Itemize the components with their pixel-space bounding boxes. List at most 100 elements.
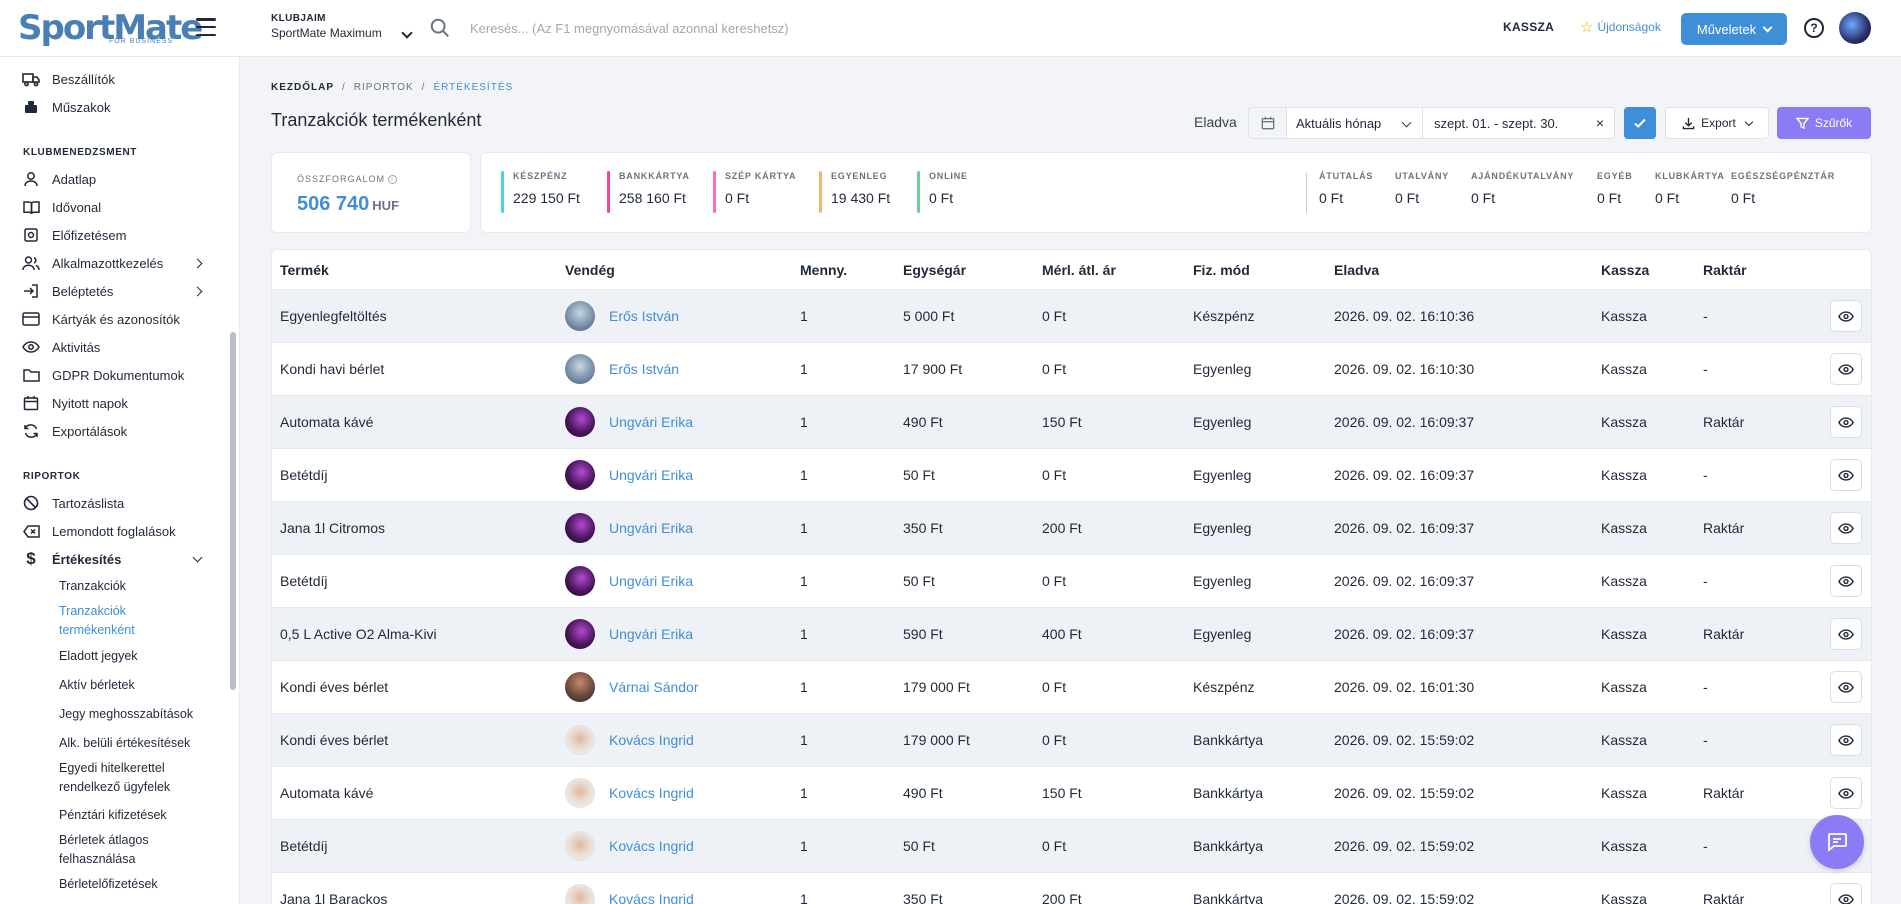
sidebar-item-cards[interactable]: Kártyák és azonosítók <box>22 308 180 330</box>
sidebar-subitem-cash-payouts[interactable]: Pénztári kifizetések <box>59 806 167 825</box>
column-header[interactable]: Egységár <box>903 262 966 278</box>
calendar-button[interactable] <box>1248 107 1286 139</box>
avatar[interactable] <box>1839 12 1871 44</box>
sidebar-subitem-pass-usage[interactable]: Bérletek átlagos felhasználása <box>59 831 179 869</box>
avatar[interactable] <box>565 672 595 702</box>
avatar[interactable] <box>565 566 595 596</box>
export-button[interactable]: Export <box>1665 107 1769 139</box>
sidebar-item-open-days[interactable]: Nyitott napok <box>22 392 128 414</box>
sidebar-item-timeline[interactable]: Idővonal <box>22 196 101 218</box>
clear-icon[interactable]: × <box>1596 115 1604 131</box>
kassza-link[interactable]: KASSZA <box>1503 20 1554 34</box>
breadcrumb-home[interactable]: KEZDŐLAP <box>271 82 334 93</box>
breadcrumb-reports[interactable]: RIPORTOK <box>354 82 414 93</box>
info-icon[interactable]: i <box>388 174 398 184</box>
avatar[interactable] <box>565 460 595 490</box>
sidebar-item-entry[interactable]: Beléptetés <box>22 280 113 302</box>
search-icon[interactable] <box>429 17 451 39</box>
guest-link[interactable]: Kovács Ingrid <box>609 891 694 904</box>
sidebar-item-employees[interactable]: Alkalmazottkezelés <box>22 252 163 274</box>
avatar[interactable] <box>565 884 595 904</box>
club-selector[interactable]: KLUBJAIM SportMate Maximum <box>271 13 413 40</box>
stock-cell: Raktár <box>1703 891 1745 904</box>
sidebar-subitem-credit-customers[interactable]: Egyedi hitelkerettel rendelkező ügyfelek <box>59 759 189 797</box>
column-header[interactable]: Fiz. mód <box>1193 262 1250 278</box>
help-icon[interactable]: ? <box>1804 18 1824 38</box>
view-details-button[interactable] <box>1830 671 1862 703</box>
calendar-icon <box>1261 116 1274 130</box>
sidebar-item-sales[interactable]: $ Értékesítés <box>22 548 121 570</box>
sidebar-item-profile[interactable]: Adatlap <box>22 168 96 190</box>
payment-label: KLUBKÁRTYA <box>1655 171 1725 181</box>
avatar[interactable] <box>565 407 595 437</box>
guest-link[interactable]: Kovács Ingrid <box>609 785 694 801</box>
filters-button[interactable]: Szűrők <box>1777 107 1871 139</box>
sidebar-subitem-pass-subscriptions[interactable]: Bérletelőfizetések <box>59 875 158 894</box>
apply-filter-button[interactable] <box>1624 107 1656 139</box>
avatar[interactable] <box>565 301 595 331</box>
guest-link[interactable]: Kovács Ingrid <box>609 732 694 748</box>
sidebar-subitem-transactions-by-product[interactable]: Tranzakciók termékenként <box>59 602 169 640</box>
sidebar-subitem-transactions[interactable]: Tranzakciók <box>59 577 126 596</box>
stock-cell: Raktár <box>1703 414 1745 430</box>
view-details-button[interactable] <box>1830 406 1862 438</box>
date-range-field[interactable]: szept. 01. - szept. 30. × <box>1423 107 1615 139</box>
avatar[interactable] <box>565 354 595 384</box>
view-details-button[interactable] <box>1830 618 1862 650</box>
sidebar-item-debts[interactable]: Tartozáslista <box>22 492 124 514</box>
avatar[interactable] <box>565 778 595 808</box>
search-input[interactable] <box>470 14 1170 42</box>
sidebar-item-shifts[interactable]: Műszakok <box>22 96 111 118</box>
sidebar-subitem-in-app-sales[interactable]: Alk. belüli értékesítések <box>59 734 190 753</box>
eye-icon <box>1838 787 1854 799</box>
register-cell: Kassza <box>1601 520 1647 536</box>
sidebar-item-subscription[interactable]: Előfizetésem <box>22 224 126 246</box>
guest-link[interactable]: Kovács Ingrid <box>609 838 694 854</box>
guest-link[interactable]: Erős István <box>609 361 679 377</box>
stock-cell: Raktár <box>1703 520 1745 536</box>
guest-link[interactable]: Ungvári Erika <box>609 414 693 430</box>
view-details-button[interactable] <box>1830 777 1862 809</box>
column-header[interactable]: Kassza <box>1601 262 1649 278</box>
column-header[interactable]: Vendég <box>565 262 615 278</box>
guest-link[interactable]: Ungvári Erika <box>609 467 693 483</box>
period-select[interactable]: Aktuális hónap <box>1286 107 1423 139</box>
actions-button[interactable]: Műveletek <box>1681 13 1787 45</box>
view-details-button[interactable] <box>1830 883 1862 904</box>
sidebar-subitem-ticket-extensions[interactable]: Jegy meghosszabítások <box>59 705 193 724</box>
avatar[interactable] <box>565 725 595 755</box>
sidebar-item-suppliers[interactable]: Beszállítók <box>22 68 115 90</box>
column-header[interactable]: Menny. <box>800 262 847 278</box>
chat-button[interactable] <box>1810 815 1864 869</box>
column-header[interactable]: Eladva <box>1334 262 1379 278</box>
guest-link[interactable]: Erős István <box>609 308 679 324</box>
guest-link[interactable]: Ungvári Erika <box>609 626 693 642</box>
view-details-button[interactable] <box>1830 459 1862 491</box>
view-details-button[interactable] <box>1830 565 1862 597</box>
stock-cell: - <box>1703 361 1708 377</box>
guest-link[interactable]: Ungvári Erika <box>609 573 693 589</box>
sidebar-subitem-active-passes[interactable]: Aktív bérletek <box>59 676 135 695</box>
sidebar-item-cancelled[interactable]: Lemondott foglalások <box>22 520 176 542</box>
guest-link[interactable]: Ungvári Erika <box>609 520 693 536</box>
avatar[interactable] <box>565 619 595 649</box>
sidebar-item-activity[interactable]: Aktivitás <box>22 336 100 358</box>
sidebar-scrollbar[interactable] <box>230 332 236 690</box>
avatar[interactable] <box>565 831 595 861</box>
news-link[interactable]: ☆ Újdonságok <box>1580 18 1661 36</box>
column-header[interactable]: Termék <box>280 262 329 278</box>
view-details-button[interactable] <box>1830 724 1862 756</box>
view-details-button[interactable] <box>1830 300 1862 332</box>
avatar[interactable] <box>565 513 595 543</box>
sidebar-item-gdpr[interactable]: GDPR Dokumentumok <box>22 364 184 386</box>
menu-icon[interactable] <box>196 18 216 36</box>
column-header[interactable]: Raktár <box>1703 262 1747 278</box>
payment-method-cell: Készpénz <box>1193 308 1255 324</box>
sold-date-cell: 2026. 09. 02. 15:59:02 <box>1334 732 1475 748</box>
guest-link[interactable]: Várnai Sándor <box>609 679 699 695</box>
view-details-button[interactable] <box>1830 512 1862 544</box>
view-details-button[interactable] <box>1830 353 1862 385</box>
sidebar-subitem-sold-tickets[interactable]: Eladott jegyek <box>59 647 138 666</box>
column-header[interactable]: Mérl. átl. ár <box>1042 262 1116 278</box>
sidebar-item-exports[interactable]: Exportálások <box>22 420 127 442</box>
